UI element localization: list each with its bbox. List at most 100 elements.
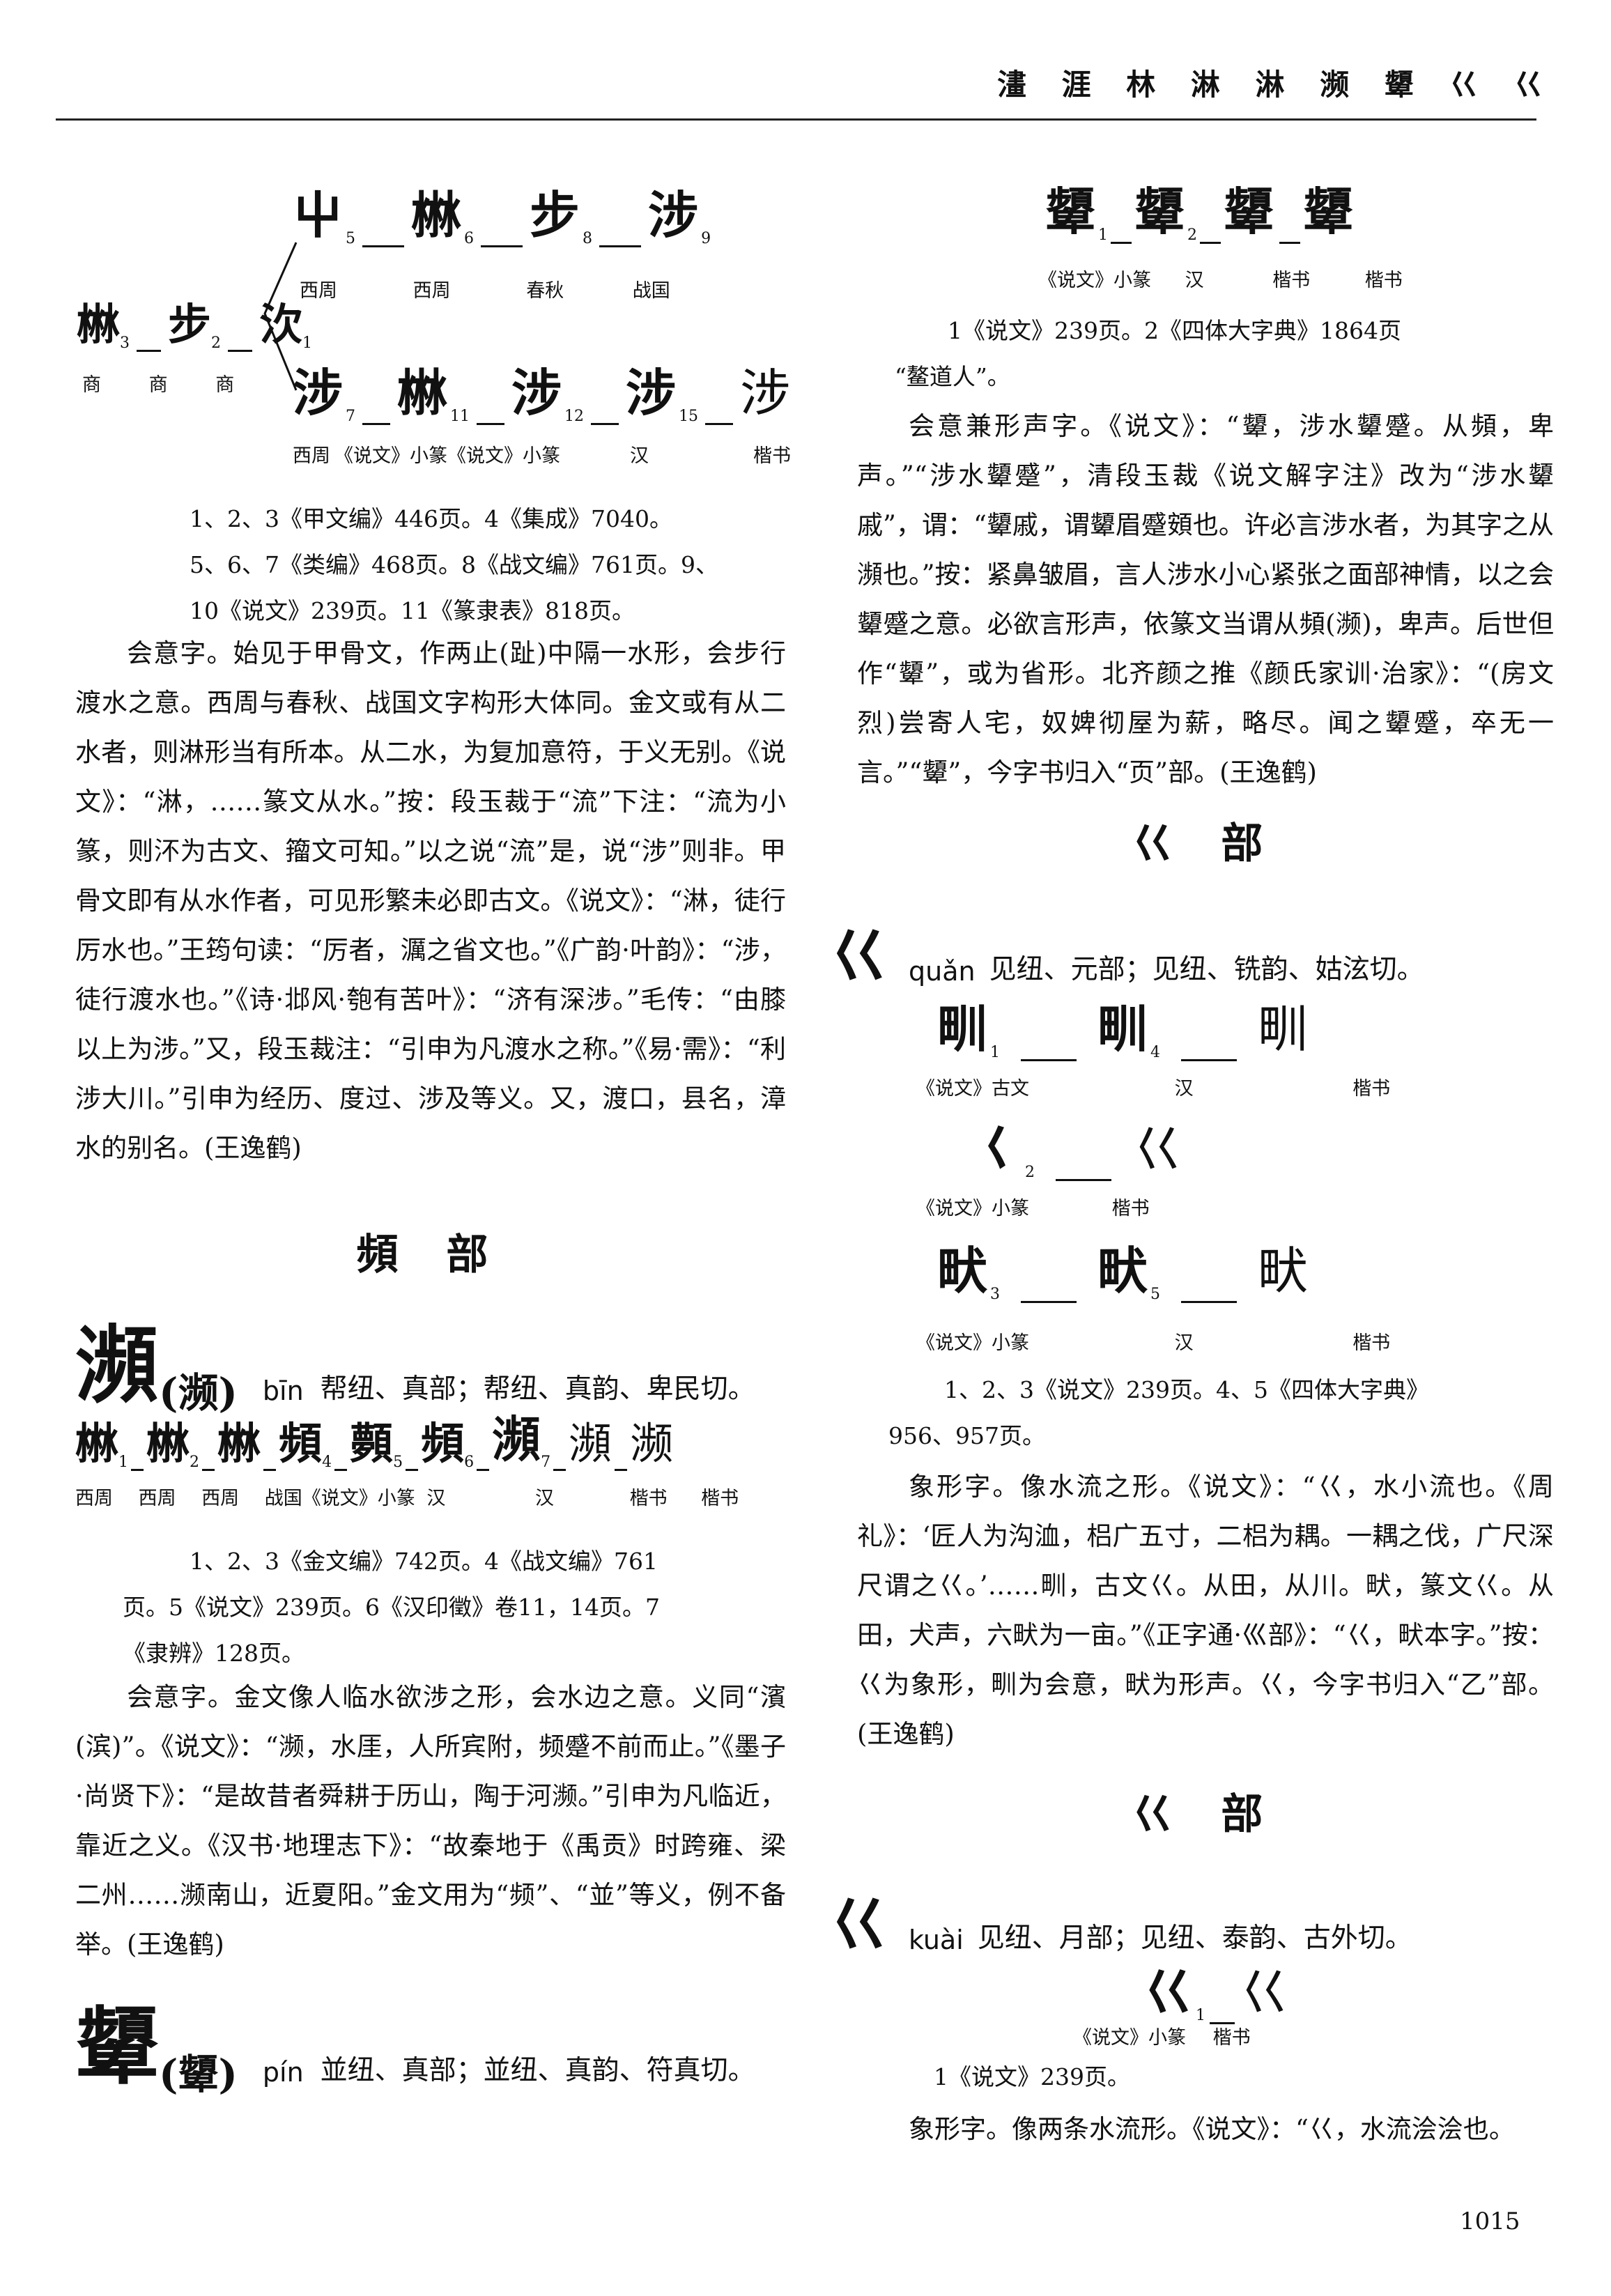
glyph: 涉 — [293, 363, 346, 422]
bin-notes: 1、2、3《金文编》742页。4《战文编》761 页。5《说文》239页。6《汉… — [123, 1539, 660, 1677]
glyph-caption: 楷书 — [1364, 270, 1403, 291]
evolution-dash — [1200, 242, 1221, 244]
glyph: 涉 — [740, 364, 794, 422]
headword: 巜 — [829, 921, 888, 990]
glyph: 巜 — [1143, 1962, 1196, 2021]
glyph-source-number: 1 — [302, 334, 313, 352]
page-number: 1015 — [1460, 2208, 1520, 2235]
evolution-dash — [553, 1469, 566, 1471]
glyph: 甽 — [937, 999, 991, 1058]
bin-captions: 西周 西周 西周 战国《说文》小篆 汉 汉 楷书 楷书 — [75, 1483, 739, 1510]
glyph-source-number: 9 — [701, 230, 711, 247]
she-body-text: 会意字。始见于甲骨文，作两止(趾)中隔一水形，会步行渡水之意。西周与春秋、战国文… — [75, 638, 786, 1163]
evolution-dash — [1111, 242, 1132, 244]
glyph-source-number: 6 — [464, 1454, 475, 1471]
evolution-dash — [591, 423, 619, 425]
glyph-caption: 汉 — [630, 445, 649, 467]
quan-row-2-captions: 《说文》小篆 楷书 — [916, 1193, 1150, 1220]
she-notes: 1、2、3《甲文编》446页。4《集成》7040。 5、6、7《类编》468页。… — [190, 496, 718, 634]
headword-variant: (顰) — [159, 2051, 238, 2098]
glyph-caption: 西周 — [201, 1488, 240, 1509]
she-left-glyph-row: 㴇3 步2 㳄1 — [77, 289, 312, 352]
glyph: 涉 — [648, 185, 702, 245]
glyph: 㴇 — [75, 1418, 119, 1469]
glyph-caption: 楷书 — [1272, 270, 1311, 291]
glyph-caption: 西周 — [413, 280, 451, 302]
glyph: 濒 — [630, 1418, 674, 1469]
running-head: 澅 涯 林 淋 淋 濒 顰 巜 巜 — [997, 68, 1555, 102]
glyph-source-number: 1 — [1098, 226, 1109, 244]
glyph-caption: 楷书 — [753, 445, 791, 467]
glyph-caption: 商 — [82, 374, 101, 396]
evolution-dash — [263, 1469, 277, 1471]
she-left-captions: 商 商 商 — [82, 369, 234, 396]
glyph-caption: 汉 — [1174, 1078, 1194, 1100]
pronunciation: 並纽、真部；並纽、真韵、符真切。 — [320, 2055, 755, 2086]
glyph-caption: 《说文》小篆 — [1073, 2027, 1186, 2049]
quan-entry-head: 巜 quǎn 见纽、元部；见纽、铣韵、姑泫切。 — [829, 909, 1424, 994]
glyph-caption: 春秋 — [526, 280, 564, 302]
pin-captions: 《说文》小篆 汉 楷书 楷书 — [1038, 265, 1403, 292]
pronunciation: 见纽、元部；见纽、铣韵、姑泫切。 — [989, 954, 1424, 985]
glyph-caption: 西周 — [138, 1488, 176, 1509]
quan-row-3-captions: 《说文》小篆 汉 楷书 — [916, 1327, 1390, 1355]
she-top-glyph-row: 屮5 㴇6 步8 涉9 — [293, 174, 711, 247]
glyph: 顭 — [350, 1418, 394, 1469]
glyph-source-number: 1 — [118, 1454, 129, 1471]
evolution-dash — [705, 423, 734, 425]
glyph-caption: 楷书 — [1111, 1198, 1150, 1219]
glyph-caption: 《说文》小篆 — [1038, 270, 1151, 291]
glyph-caption: 商 — [148, 374, 168, 396]
kuai-captions: 《说文》小篆 楷书 — [1073, 2022, 1251, 2049]
kuai-notes: 1《说文》239页。 — [934, 2054, 1130, 2100]
glyph: 巜 — [1239, 1963, 1293, 2021]
glyph-caption: 商 — [215, 374, 235, 396]
glyph: 瀕 — [492, 1410, 541, 1468]
glyph-caption: 《说文》小篆 — [916, 1332, 1029, 1354]
glyph-source-number: 2 — [190, 1454, 200, 1471]
headword: 顰 — [75, 1998, 159, 2096]
glyph-source-number: 5 — [393, 1454, 403, 1471]
evolution-dash — [1021, 1301, 1077, 1303]
kuai-entry-head: 巜 kuài 见纽、月部；见纽、泰韵、古外切。 — [829, 1878, 1412, 1962]
pin-body-text: 会意兼形声字。《说文》：“顰，涉水顰蹙。从頻，卑声。”“涉水顰蹙”，清段玉裁《说… — [857, 411, 1554, 787]
evolution-dash — [1056, 1179, 1112, 1181]
glyph-caption: 《说文》小篆 — [916, 1198, 1029, 1219]
glyph-source-number: 8 — [583, 230, 593, 247]
glyph-caption: 汉 — [1185, 270, 1204, 291]
glyph-caption: 西周 — [75, 1488, 113, 1509]
note-line: 1、2、3《金文编》742页。4《战文编》761 — [190, 1548, 658, 1575]
glyph: 㴇 — [146, 1418, 190, 1469]
evolution-dash — [202, 1469, 215, 1471]
glyph: 㳄 — [259, 299, 303, 350]
evolution-dash — [1181, 1301, 1238, 1303]
evolution-dash — [362, 245, 405, 247]
glyph: 步 — [530, 185, 583, 245]
glyph: 甽 — [1258, 1000, 1311, 1058]
glyph-source-number: 7 — [541, 1454, 551, 1471]
pinyin: pín — [262, 2057, 304, 2088]
pin-notes: 1《说文》239页。2《四体大字典》1864页 “鳌道人”。 — [895, 308, 1401, 400]
glyph: 㴇 — [411, 185, 465, 245]
glyph-source-number: 5 — [1150, 1286, 1161, 1303]
glyph: 步 — [168, 299, 212, 350]
quan-glyph-row-3: 畎3 畎5 畎 — [937, 1230, 1311, 1303]
glyph: 顰 — [1134, 182, 1188, 241]
she-top-captions: 西周 西周 春秋 战国 — [300, 275, 670, 302]
glyph: 顰 — [1224, 182, 1277, 241]
evolution-dash — [599, 245, 642, 247]
glyph-source-number: 3 — [990, 1286, 1001, 1303]
glyph-caption: 《说文》小篆 — [334, 445, 447, 467]
kuai-body-text: 象形字。像两条水流形。《说文》：“巜，水流浍浍也。 — [909, 2114, 1515, 2144]
glyph: 畎 — [937, 1241, 991, 1300]
glyph-source-number: 4 — [322, 1454, 332, 1471]
evolution-dash — [477, 1469, 490, 1471]
evolution-dash — [362, 423, 391, 425]
evolution-dash — [481, 245, 523, 247]
she-bottom-captions: 西周 《说文》小篆《说文》小篆汉楷书 — [293, 440, 791, 468]
evolution-dash — [477, 423, 505, 425]
glyph-source-number: 11 — [450, 408, 470, 425]
headword: 巜 — [829, 1890, 888, 1959]
evolution-dash — [1181, 1059, 1238, 1061]
quan-glyph-row-2: 𡿨2 巜 — [972, 1108, 1185, 1181]
